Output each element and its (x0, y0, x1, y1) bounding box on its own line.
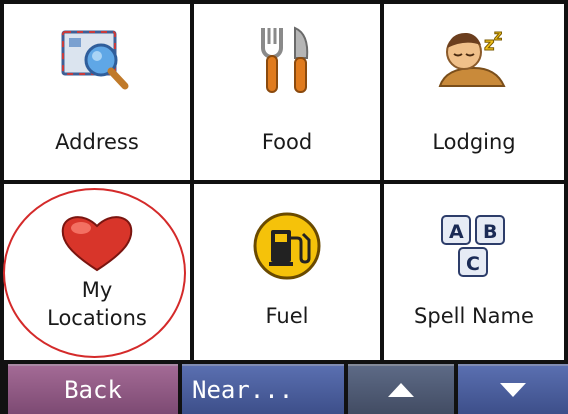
svg-text:B: B (483, 221, 497, 243)
bottom-toolbar: Back Near... (0, 364, 568, 414)
category-my-locations-button[interactable]: My Locations (4, 184, 190, 360)
category-label: Address (55, 130, 139, 154)
arrow-down-icon (500, 383, 526, 397)
arrow-up-icon (388, 383, 414, 397)
category-lodging-button[interactable]: z z Lodging (384, 4, 564, 180)
heart-icon (61, 216, 133, 272)
back-button[interactable]: Back (8, 364, 178, 414)
category-food-button[interactable]: Food (194, 4, 380, 180)
scroll-down-button[interactable] (458, 364, 568, 414)
envelope-magnifier-icon (61, 30, 129, 90)
fuel-pump-icon (253, 212, 321, 280)
category-label: Lodging (432, 130, 516, 154)
category-label: Spell Name (414, 304, 534, 328)
category-label: Food (261, 130, 313, 154)
abc-keys-icon: A B C (441, 215, 505, 277)
category-address-button[interactable]: Address (4, 4, 190, 180)
scroll-up-button[interactable] (348, 364, 454, 414)
fork-knife-icon (261, 26, 309, 93)
svg-text:z: z (494, 28, 502, 44)
svg-text:z: z (484, 34, 494, 55)
svg-text:C: C (466, 253, 480, 275)
category-fuel-button[interactable]: Fuel (194, 184, 380, 360)
category-label: My Locations (47, 278, 147, 330)
category-label: Fuel (265, 304, 309, 328)
near-button[interactable]: Near... (182, 364, 344, 414)
svg-text:A: A (449, 221, 464, 243)
sleeping-person-icon: z z (438, 28, 506, 87)
category-grid: Address Food z z Lodging My Locations Fu… (0, 0, 568, 364)
category-spell-name-button[interactable]: A B C Spell Name (384, 184, 564, 360)
